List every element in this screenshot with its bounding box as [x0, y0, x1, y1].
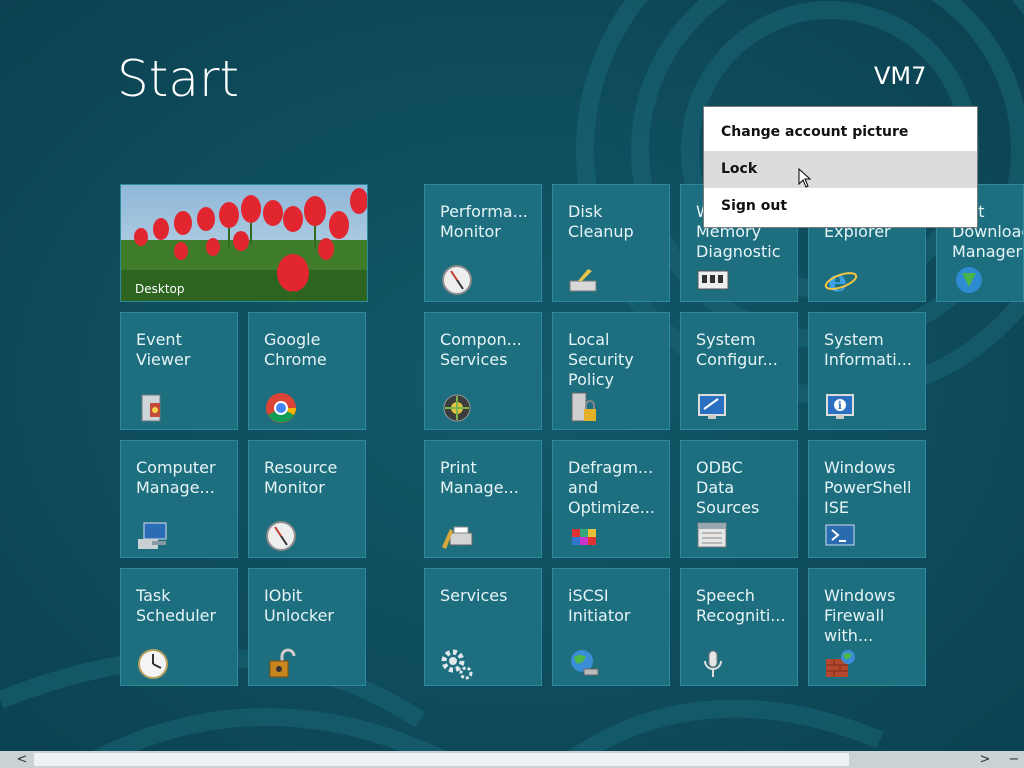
menu-item-sign-out[interactable]: Sign out [704, 188, 977, 225]
gauge-icon [442, 265, 472, 295]
tile-windows-firewall[interactable]: Windows Firewall with... [808, 568, 926, 686]
system-configuration-icon [698, 394, 726, 419]
tile-label: Defragm... and Optimize... [568, 458, 655, 517]
padlock-open-icon [269, 648, 296, 678]
firewall-icon [826, 650, 855, 677]
tile-label: System Configur... [696, 330, 778, 369]
tile-label: ODBC Data Sources [696, 458, 760, 517]
svg-text:i: i [838, 401, 842, 412]
tile-label: Event Viewer [136, 330, 191, 369]
internet-explorer-icon: e [824, 264, 858, 297]
tile-event-viewer[interactable]: Event Viewer [120, 312, 238, 430]
tile-local-security-policy[interactable]: Local Security Policy [552, 312, 670, 430]
user-account-name[interactable]: VM7 [874, 62, 926, 90]
menu-item-lock[interactable]: Lock [704, 151, 977, 188]
memory-chip-icon [697, 270, 729, 290]
tile-component-services[interactable]: Compon... Services [424, 312, 542, 430]
printer-icon [442, 526, 473, 549]
clock-icon [138, 649, 168, 679]
tile-label: iSCSI Initiator [568, 586, 631, 625]
tile-iobit-unlocker[interactable]: IObit Unlocker [248, 568, 366, 686]
scroll-left-button[interactable]: < [12, 751, 32, 768]
account-menu: Change account picture Lock Sign out [703, 106, 978, 228]
defragment-icon [572, 529, 596, 545]
system-information-icon: i [826, 394, 854, 419]
tile-label: Windows PowerShell ISE [824, 458, 912, 517]
odbc-icon [697, 522, 727, 548]
tile-label: Compon... Services [440, 330, 522, 369]
scroll-right-button[interactable]: > [975, 751, 995, 768]
tile-odbc-data-sources[interactable]: ODBC Data Sources [680, 440, 798, 558]
mouse-cursor-icon [798, 168, 812, 188]
tile-label: Resource Monitor [264, 458, 338, 497]
disk-cleanup-icon [569, 269, 597, 292]
tile-computer-management[interactable]: Computer Manage... [120, 440, 238, 558]
tile-defragment-optimize[interactable]: Defragm... and Optimize... [552, 440, 670, 558]
component-services-icon [443, 394, 471, 422]
tile-label: Performa... Monitor [440, 202, 528, 241]
tile-system-information[interactable]: System Informati... i [808, 312, 926, 430]
page-title: Start [117, 50, 240, 108]
tile-label: Services [440, 586, 508, 605]
tile-label: Desktop [135, 282, 185, 296]
microphone-icon [704, 650, 722, 677]
tile-google-chrome[interactable]: Google Chrome [248, 312, 366, 430]
scrollbar-thumb[interactable] [34, 753, 849, 766]
zoom-out-button[interactable]: − [1004, 751, 1024, 768]
tile-task-scheduler[interactable]: Task Scheduler [120, 568, 238, 686]
powershell-icon [825, 524, 855, 546]
gear-icon [441, 649, 473, 680]
gauge-icon [266, 521, 296, 551]
chrome-icon [266, 393, 296, 423]
tile-powershell-ise[interactable]: Windows PowerShell ISE [808, 440, 926, 558]
globe-icon [571, 650, 599, 676]
computer-management-icon [138, 522, 167, 549]
tile-performance-monitor[interactable]: Performa... Monitor [424, 184, 542, 302]
server-lock-icon [571, 392, 596, 422]
tile-resource-monitor[interactable]: Resource Monitor [248, 440, 366, 558]
tile-print-management[interactable]: Print Manage... [424, 440, 542, 558]
tile-label: Google Chrome [264, 330, 327, 369]
tile-label: Computer Manage... [136, 458, 216, 497]
tile-services[interactable]: Services [424, 568, 542, 686]
tile-label: Print Manage... [440, 458, 519, 497]
tile-desktop[interactable]: Desktop [120, 184, 368, 302]
tile-system-configuration[interactable]: System Configur... [680, 312, 798, 430]
menu-item-change-account-picture[interactable]: Change account picture [704, 114, 977, 151]
download-manager-icon [956, 267, 982, 293]
tile-label: Disk Cleanup [568, 202, 634, 241]
tile-label: Local Security Policy [568, 330, 634, 389]
tile-disk-cleanup[interactable]: Disk Cleanup [552, 184, 670, 302]
tile-speech-recognition[interactable]: Speech Recogniti... [680, 568, 798, 686]
tile-iscsi-initiator[interactable]: iSCSI Initiator [552, 568, 670, 686]
event-viewer-icon [141, 394, 161, 422]
tile-label: Speech Recogniti... [696, 586, 786, 625]
tile-label: System Informati... [824, 330, 912, 369]
tile-label: Task Scheduler [136, 586, 217, 625]
tile-label: IObit Unlocker [264, 586, 334, 625]
tile-label: Windows Firewall with... [824, 586, 896, 645]
